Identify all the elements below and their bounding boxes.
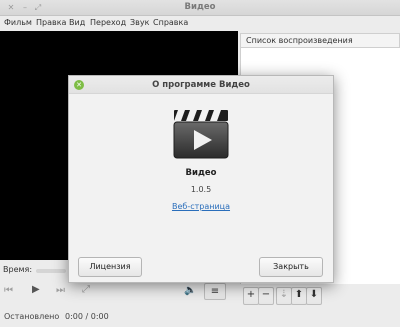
menubar: Фильм Правка Вид Переход Звук Справка — [0, 16, 400, 31]
play-icon[interactable]: ▶ — [32, 284, 40, 295]
app-name: Видео — [185, 168, 217, 178]
add-button[interactable]: + — [243, 287, 259, 305]
menu-sound[interactable]: Звук — [130, 18, 149, 27]
move-up-button[interactable]: ⬆ — [291, 287, 307, 305]
license-button[interactable]: Лицензия — [78, 257, 142, 277]
playlist-toolbar: + − ⇣ ⬆ ⬇ — [240, 284, 400, 306]
volume-icon[interactable]: 🔈 — [184, 285, 196, 296]
seek-slider[interactable] — [36, 269, 66, 273]
fullscreen-icon[interactable]: ⤢ — [82, 284, 90, 295]
close-button[interactable]: Закрыть — [259, 257, 323, 277]
window-titlebar: ✕ – ⤢ Видео — [0, 0, 400, 16]
about-dialog: ✕ О программе Видео Видео 1.0.5 Веб-стра… — [68, 75, 334, 283]
menu-view[interactable]: Вид — [69, 18, 85, 27]
remove-button[interactable]: − — [258, 287, 274, 305]
previous-icon[interactable]: ⏮ — [4, 285, 13, 296]
playlist-header: Список воспроизведения — [240, 33, 400, 48]
menu-edit[interactable]: Правка — [36, 18, 66, 27]
status-bar: Остановлено 0:00 / 0:00 — [0, 308, 240, 327]
app-version: 1.0.5 — [190, 185, 212, 194]
time-label: Время: — [3, 265, 33, 274]
status-text: Остановлено — [4, 312, 60, 321]
website-link[interactable]: Веб-страница — [69, 202, 333, 211]
menu-help[interactable]: Справка — [153, 18, 188, 27]
move-down-button[interactable]: ⬇ — [306, 287, 322, 305]
next-icon[interactable]: ⏭ — [56, 285, 65, 296]
menu-film[interactable]: Фильм — [4, 18, 32, 27]
dialog-titlebar: ✕ О программе Видео — [69, 76, 333, 94]
save-playlist-button[interactable]: ⇣ — [276, 287, 292, 305]
menu-go[interactable]: Переход — [90, 18, 126, 27]
time-display: 0:00 / 0:00 — [65, 312, 109, 321]
menu-toggle-button[interactable]: ≡ — [204, 283, 226, 300]
clapperboard-icon — [173, 110, 229, 159]
window-title: Видео — [184, 2, 216, 12]
dialog-title: О программе Видео — [152, 80, 250, 90]
